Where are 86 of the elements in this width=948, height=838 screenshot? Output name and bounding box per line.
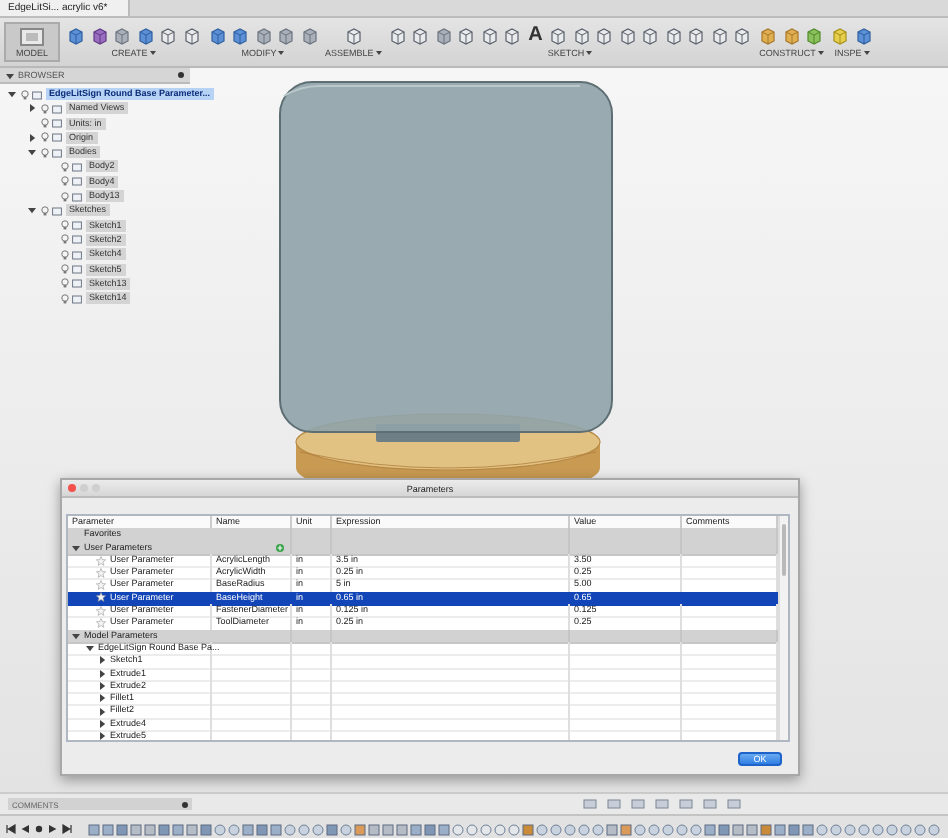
cube-icon[interactable]	[387, 26, 408, 46]
lightbulb-icon[interactable]	[59, 293, 69, 304]
cube-icon[interactable]	[758, 26, 779, 46]
caret-icon[interactable]	[375, 50, 382, 56]
collapse-arrow-icon[interactable]	[28, 148, 36, 157]
collapse-arrow-icon[interactable]	[86, 644, 94, 653]
expand-arrow-icon[interactable]	[98, 669, 106, 678]
star-icon[interactable]	[96, 580, 106, 591]
cube-icon[interactable]	[343, 26, 364, 46]
caret-icon[interactable]	[817, 50, 824, 56]
skip-end-icon[interactable]	[62, 824, 72, 834]
lightbulb-icon[interactable]	[39, 118, 49, 129]
step-forward-icon[interactable]	[48, 824, 58, 834]
pin-icon[interactable]	[178, 72, 184, 78]
expand-arrow-icon[interactable]	[98, 656, 106, 665]
cube-icon[interactable]	[804, 26, 825, 46]
cube-icon[interactable]	[479, 26, 500, 46]
star-icon[interactable]	[96, 592, 106, 603]
cube-icon[interactable]	[686, 26, 707, 46]
collapse-arrow-icon[interactable]	[8, 90, 16, 98]
step-back-icon[interactable]	[20, 824, 30, 834]
pin-icon[interactable]	[182, 801, 188, 807]
lightbulb-icon[interactable]	[59, 249, 69, 260]
cube-icon[interactable]	[594, 26, 615, 46]
cube-icon[interactable]	[89, 26, 109, 46]
expand-arrow-icon[interactable]	[98, 732, 106, 740]
star-icon[interactable]	[96, 605, 106, 616]
caret-icon[interactable]	[863, 50, 870, 56]
star-icon[interactable]	[96, 618, 106, 629]
cube-icon[interactable]	[181, 26, 201, 46]
cube-icon[interactable]	[276, 26, 296, 46]
lightbulb-icon[interactable]	[59, 278, 69, 289]
cube-icon[interactable]	[112, 26, 132, 46]
cube-icon[interactable]	[548, 26, 569, 46]
lightbulb-icon[interactable]	[59, 176, 69, 187]
caret-icon[interactable]	[149, 50, 156, 56]
cube-icon[interactable]	[230, 26, 250, 46]
star-icon[interactable]	[96, 555, 106, 566]
lightbulb-icon[interactable]	[39, 132, 49, 143]
cube-icon[interactable]	[456, 26, 477, 46]
collapse-arrow-icon[interactable]	[72, 543, 80, 552]
lightbulb-icon[interactable]	[39, 147, 49, 158]
skip-start-icon[interactable]	[6, 824, 16, 834]
close-icon[interactable]	[68, 484, 76, 492]
cube-icon[interactable]	[617, 26, 638, 46]
expand-arrow-icon[interactable]	[28, 104, 36, 113]
cube-icon[interactable]	[410, 26, 431, 46]
cube-icon[interactable]	[781, 26, 802, 46]
expand-arrow-icon[interactable]	[98, 682, 106, 690]
text-tool-icon[interactable]: A	[525, 26, 546, 46]
add-icon[interactable]	[276, 543, 284, 552]
expand-arrow-icon[interactable]	[98, 719, 106, 728]
collapse-arrow-icon[interactable]	[72, 631, 80, 640]
cube-icon[interactable]	[433, 26, 454, 46]
expand-arrow-icon[interactable]	[98, 707, 106, 716]
lightbulb-icon[interactable]	[59, 264, 69, 275]
cube-icon[interactable]	[66, 26, 86, 46]
cube-icon[interactable]	[207, 26, 227, 46]
cube-icon[interactable]	[709, 26, 730, 46]
expand-arrow-icon[interactable]	[98, 694, 106, 703]
lightbulb-icon[interactable]	[39, 103, 49, 114]
lightbulb-icon[interactable]	[59, 161, 69, 172]
cube-icon[interactable]	[135, 26, 155, 46]
collapse-arrow-icon[interactable]	[6, 71, 14, 79]
cube-icon[interactable]	[502, 26, 523, 46]
cube-icon[interactable]	[853, 26, 874, 46]
scrollbar[interactable]	[778, 516, 788, 740]
cube-icon[interactable]	[253, 26, 273, 46]
cube-icon[interactable]	[732, 26, 753, 46]
caret-icon[interactable]	[278, 50, 285, 56]
cube-icon[interactable]	[158, 26, 178, 46]
lightbulb-icon[interactable]	[59, 234, 69, 245]
collapse-arrow-icon[interactable]	[28, 206, 36, 215]
lightbulb-icon[interactable]	[19, 89, 29, 99]
lightbulb-icon[interactable]	[39, 205, 49, 216]
lightbulb-icon[interactable]	[59, 220, 69, 231]
star-icon[interactable]	[96, 567, 106, 578]
caret-icon[interactable]	[586, 50, 593, 56]
cube-icon[interactable]	[640, 26, 661, 46]
cube-icon[interactable]	[571, 26, 592, 46]
play-icon[interactable]	[34, 824, 44, 834]
expand-arrow-icon[interactable]	[28, 133, 36, 142]
cube-icon[interactable]	[299, 26, 319, 46]
workspace-icon[interactable]	[20, 27, 44, 45]
cube-icon[interactable]	[663, 26, 684, 46]
lightbulb-icon[interactable]	[59, 191, 69, 202]
